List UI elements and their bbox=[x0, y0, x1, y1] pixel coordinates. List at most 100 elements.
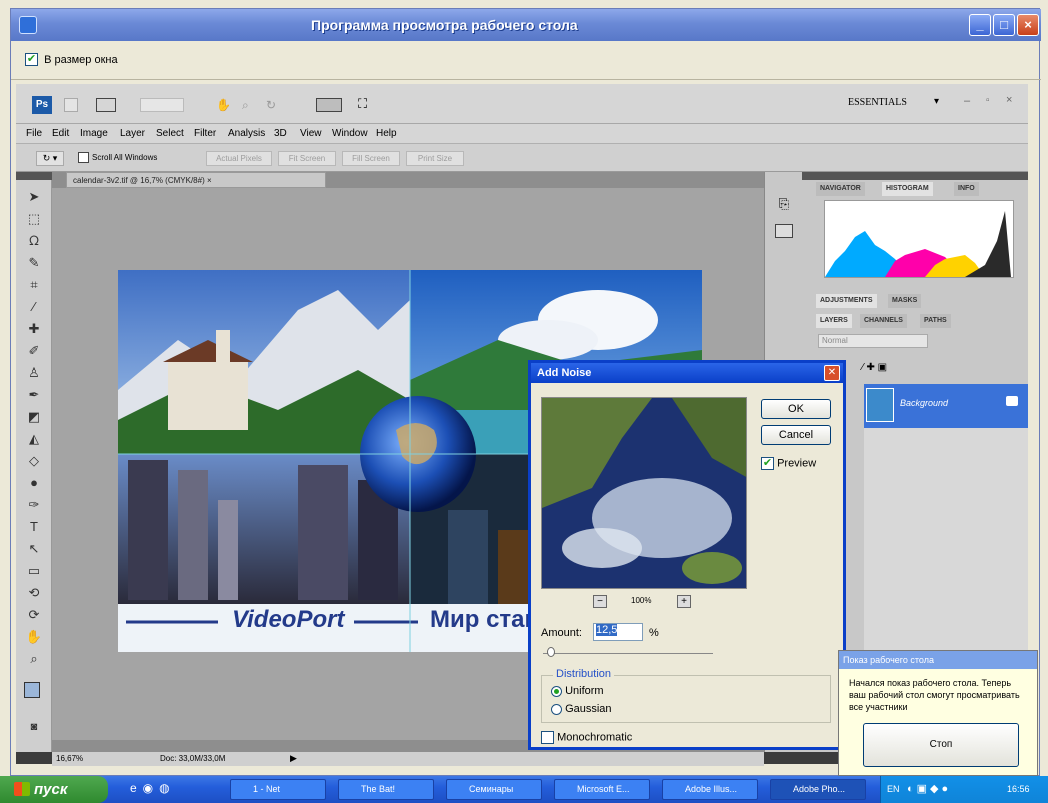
menu-file[interactable]: File bbox=[26, 128, 42, 139]
menu-3d[interactable]: 3D bbox=[274, 128, 287, 139]
tab-info[interactable]: INFO bbox=[954, 182, 979, 196]
tab-histogram[interactable]: HISTOGRAM bbox=[882, 182, 933, 196]
clone-stamp-icon[interactable]: ♙ bbox=[24, 364, 44, 382]
uniform-radio-row[interactable]: Uniform bbox=[551, 685, 604, 697]
zoom-tool-icon[interactable]: ⌕ bbox=[242, 98, 256, 112]
language-indicator[interactable]: EN bbox=[887, 784, 900, 794]
clock[interactable]: 16:56 bbox=[1007, 784, 1030, 794]
dialog-close-icon[interactable]: ✕ bbox=[824, 365, 840, 381]
maximize-button[interactable]: □ bbox=[993, 14, 1015, 36]
healing-brush-icon[interactable]: ✚ bbox=[24, 320, 44, 338]
arrange-documents-icon[interactable] bbox=[316, 98, 342, 112]
history-brush-icon[interactable]: ✒ bbox=[24, 386, 44, 404]
rotate-view-icon[interactable]: ↻ bbox=[266, 98, 280, 112]
workspace-dropdown-icon[interactable]: ▾ bbox=[934, 96, 939, 107]
menu-view[interactable]: View bbox=[300, 128, 322, 139]
gaussian-radio-row[interactable]: Gaussian bbox=[551, 703, 612, 715]
zoom-readout[interactable]: 16,67% bbox=[56, 754, 83, 763]
zoom-tool-panel-icon[interactable]: ⌕ bbox=[24, 650, 44, 668]
crop-tool-icon[interactable]: ⌗ bbox=[24, 276, 44, 294]
history-panel-icon[interactable]: ⎘ bbox=[775, 196, 793, 214]
taskbar-item-photoshop[interactable]: Adobe Pho... bbox=[770, 779, 866, 800]
stop-sharing-button[interactable]: Стоп bbox=[863, 723, 1019, 767]
3d-camera-icon[interactable]: ⟳ bbox=[24, 606, 44, 624]
monochromatic-row[interactable]: Monochromatic bbox=[541, 731, 632, 744]
quick-select-tool-icon[interactable]: ✎ bbox=[24, 254, 44, 272]
print-size-button[interactable]: Print Size bbox=[406, 151, 464, 166]
cancel-button[interactable]: Cancel bbox=[761, 425, 831, 445]
gaussian-radio[interactable] bbox=[551, 703, 562, 715]
marquee-tool-icon[interactable]: ⬚ bbox=[24, 210, 44, 228]
minimize-button[interactable]: _ bbox=[969, 14, 991, 36]
blend-mode-dropdown[interactable]: Normal bbox=[818, 334, 928, 348]
taskbar-item-seminars[interactable]: Семинары bbox=[446, 779, 542, 800]
move-tool-icon[interactable]: ➤ bbox=[24, 188, 44, 206]
tray-icons[interactable]: ◐▣◆● bbox=[907, 782, 951, 795]
menu-select[interactable]: Select bbox=[156, 128, 184, 139]
menu-image[interactable]: Image bbox=[80, 128, 108, 139]
taskbar-item-net[interactable]: 1 - Net bbox=[230, 779, 326, 800]
ps-close-icon[interactable]: × bbox=[1006, 94, 1012, 106]
menu-layer[interactable]: Layer bbox=[120, 128, 145, 139]
amount-slider-thumb[interactable] bbox=[547, 647, 555, 657]
eraser-tool-icon[interactable]: ◩ bbox=[24, 408, 44, 426]
quick-launch-icons[interactable]: e◉◍ bbox=[130, 781, 176, 795]
brush-tool-icon[interactable]: ✐ bbox=[24, 342, 44, 360]
bridge-icon[interactable] bbox=[64, 98, 78, 112]
menu-filter[interactable]: Filter bbox=[194, 128, 216, 139]
preview-checkbox[interactable]: ✔ bbox=[761, 457, 774, 470]
3d-rotate-icon[interactable]: ⟲ bbox=[24, 584, 44, 602]
close-button[interactable]: × bbox=[1017, 14, 1039, 36]
status-menu-arrow-icon[interactable]: ▶ bbox=[290, 753, 297, 764]
eyedropper-tool-icon[interactable]: ⁄ bbox=[24, 298, 44, 316]
screen-mode-icon[interactable]: ⛶ bbox=[358, 96, 384, 112]
path-select-icon[interactable]: ↖ bbox=[24, 540, 44, 558]
dodge-tool-icon[interactable]: ● bbox=[24, 474, 44, 492]
tool-preset-picker[interactable]: ↻ ▾ bbox=[36, 151, 64, 166]
tab-adjustments[interactable]: ADJUSTMENTS bbox=[816, 294, 877, 308]
type-tool-icon[interactable]: T bbox=[24, 518, 44, 536]
layer-lock-icons[interactable]: ⁄ ✚ ▣ bbox=[862, 362, 887, 373]
ok-button[interactable]: OK bbox=[761, 399, 831, 419]
menu-edit[interactable]: Edit bbox=[52, 128, 69, 139]
actual-pixels-button[interactable]: Actual Pixels bbox=[206, 151, 272, 166]
amount-slider-track[interactable] bbox=[543, 653, 713, 654]
tools-panel-header[interactable] bbox=[16, 172, 52, 180]
workspace-switcher[interactable]: ESSENTIALS bbox=[848, 97, 907, 108]
view-extras-icon[interactable] bbox=[96, 98, 116, 112]
layer-row-background[interactable]: Background bbox=[864, 384, 1028, 428]
tab-layers[interactable]: LAYERS bbox=[816, 314, 852, 328]
hand-tool-icon[interactable]: ✋ bbox=[216, 98, 231, 112]
zoom-in-button[interactable]: + bbox=[677, 595, 691, 608]
ps-minimize-icon[interactable]: – bbox=[964, 95, 970, 107]
filter-preview[interactable] bbox=[541, 397, 747, 589]
uniform-radio[interactable] bbox=[551, 685, 562, 697]
lasso-tool-icon[interactable]: ᘯ bbox=[24, 232, 44, 250]
pen-tool-icon[interactable]: ✑ bbox=[24, 496, 44, 514]
taskbar-item-excel[interactable]: Microsoft E... bbox=[554, 779, 650, 800]
fit-screen-button[interactable]: Fit Screen bbox=[278, 151, 336, 166]
amount-input[interactable]: 12,5 bbox=[593, 623, 643, 641]
tab-masks[interactable]: MASKS bbox=[888, 294, 922, 308]
menu-window[interactable]: Window bbox=[332, 128, 368, 139]
menu-help[interactable]: Help bbox=[376, 128, 397, 139]
foreground-color-swatch[interactable] bbox=[24, 682, 40, 698]
monochromatic-checkbox[interactable] bbox=[541, 731, 554, 744]
fit-to-window-checkbox[interactable]: ✔ bbox=[25, 53, 38, 66]
menu-analysis[interactable]: Analysis bbox=[228, 128, 265, 139]
zoom-level-dropdown[interactable] bbox=[140, 98, 184, 112]
blur-tool-icon[interactable]: ◇ bbox=[24, 452, 44, 470]
taskbar-item-thebat[interactable]: The Bat! bbox=[338, 779, 434, 800]
taskbar-item-illustrator[interactable]: Adobe Illus... bbox=[662, 779, 758, 800]
fill-screen-button[interactable]: Fill Screen bbox=[342, 151, 400, 166]
scroll-all-checkbox[interactable] bbox=[78, 152, 89, 163]
shape-tool-icon[interactable]: ▭ bbox=[24, 562, 44, 580]
document-tab[interactable]: calendar-3v2.tif @ 16,7% (CMYK/8#) × bbox=[66, 172, 326, 188]
window-titlebar[interactable]: Программа просмотра рабочего стола _ □ × bbox=[11, 9, 1041, 41]
tab-channels[interactable]: CHANNELS bbox=[860, 314, 907, 328]
preview-checkbox-row[interactable]: ✔ Preview bbox=[761, 457, 816, 470]
paint-bucket-icon[interactable]: ◭ bbox=[24, 430, 44, 448]
tab-navigator[interactable]: NAVIGATOR bbox=[816, 182, 865, 196]
zoom-out-button[interactable]: − bbox=[593, 595, 607, 608]
hand-tool-panel-icon[interactable]: ✋ bbox=[24, 628, 44, 646]
